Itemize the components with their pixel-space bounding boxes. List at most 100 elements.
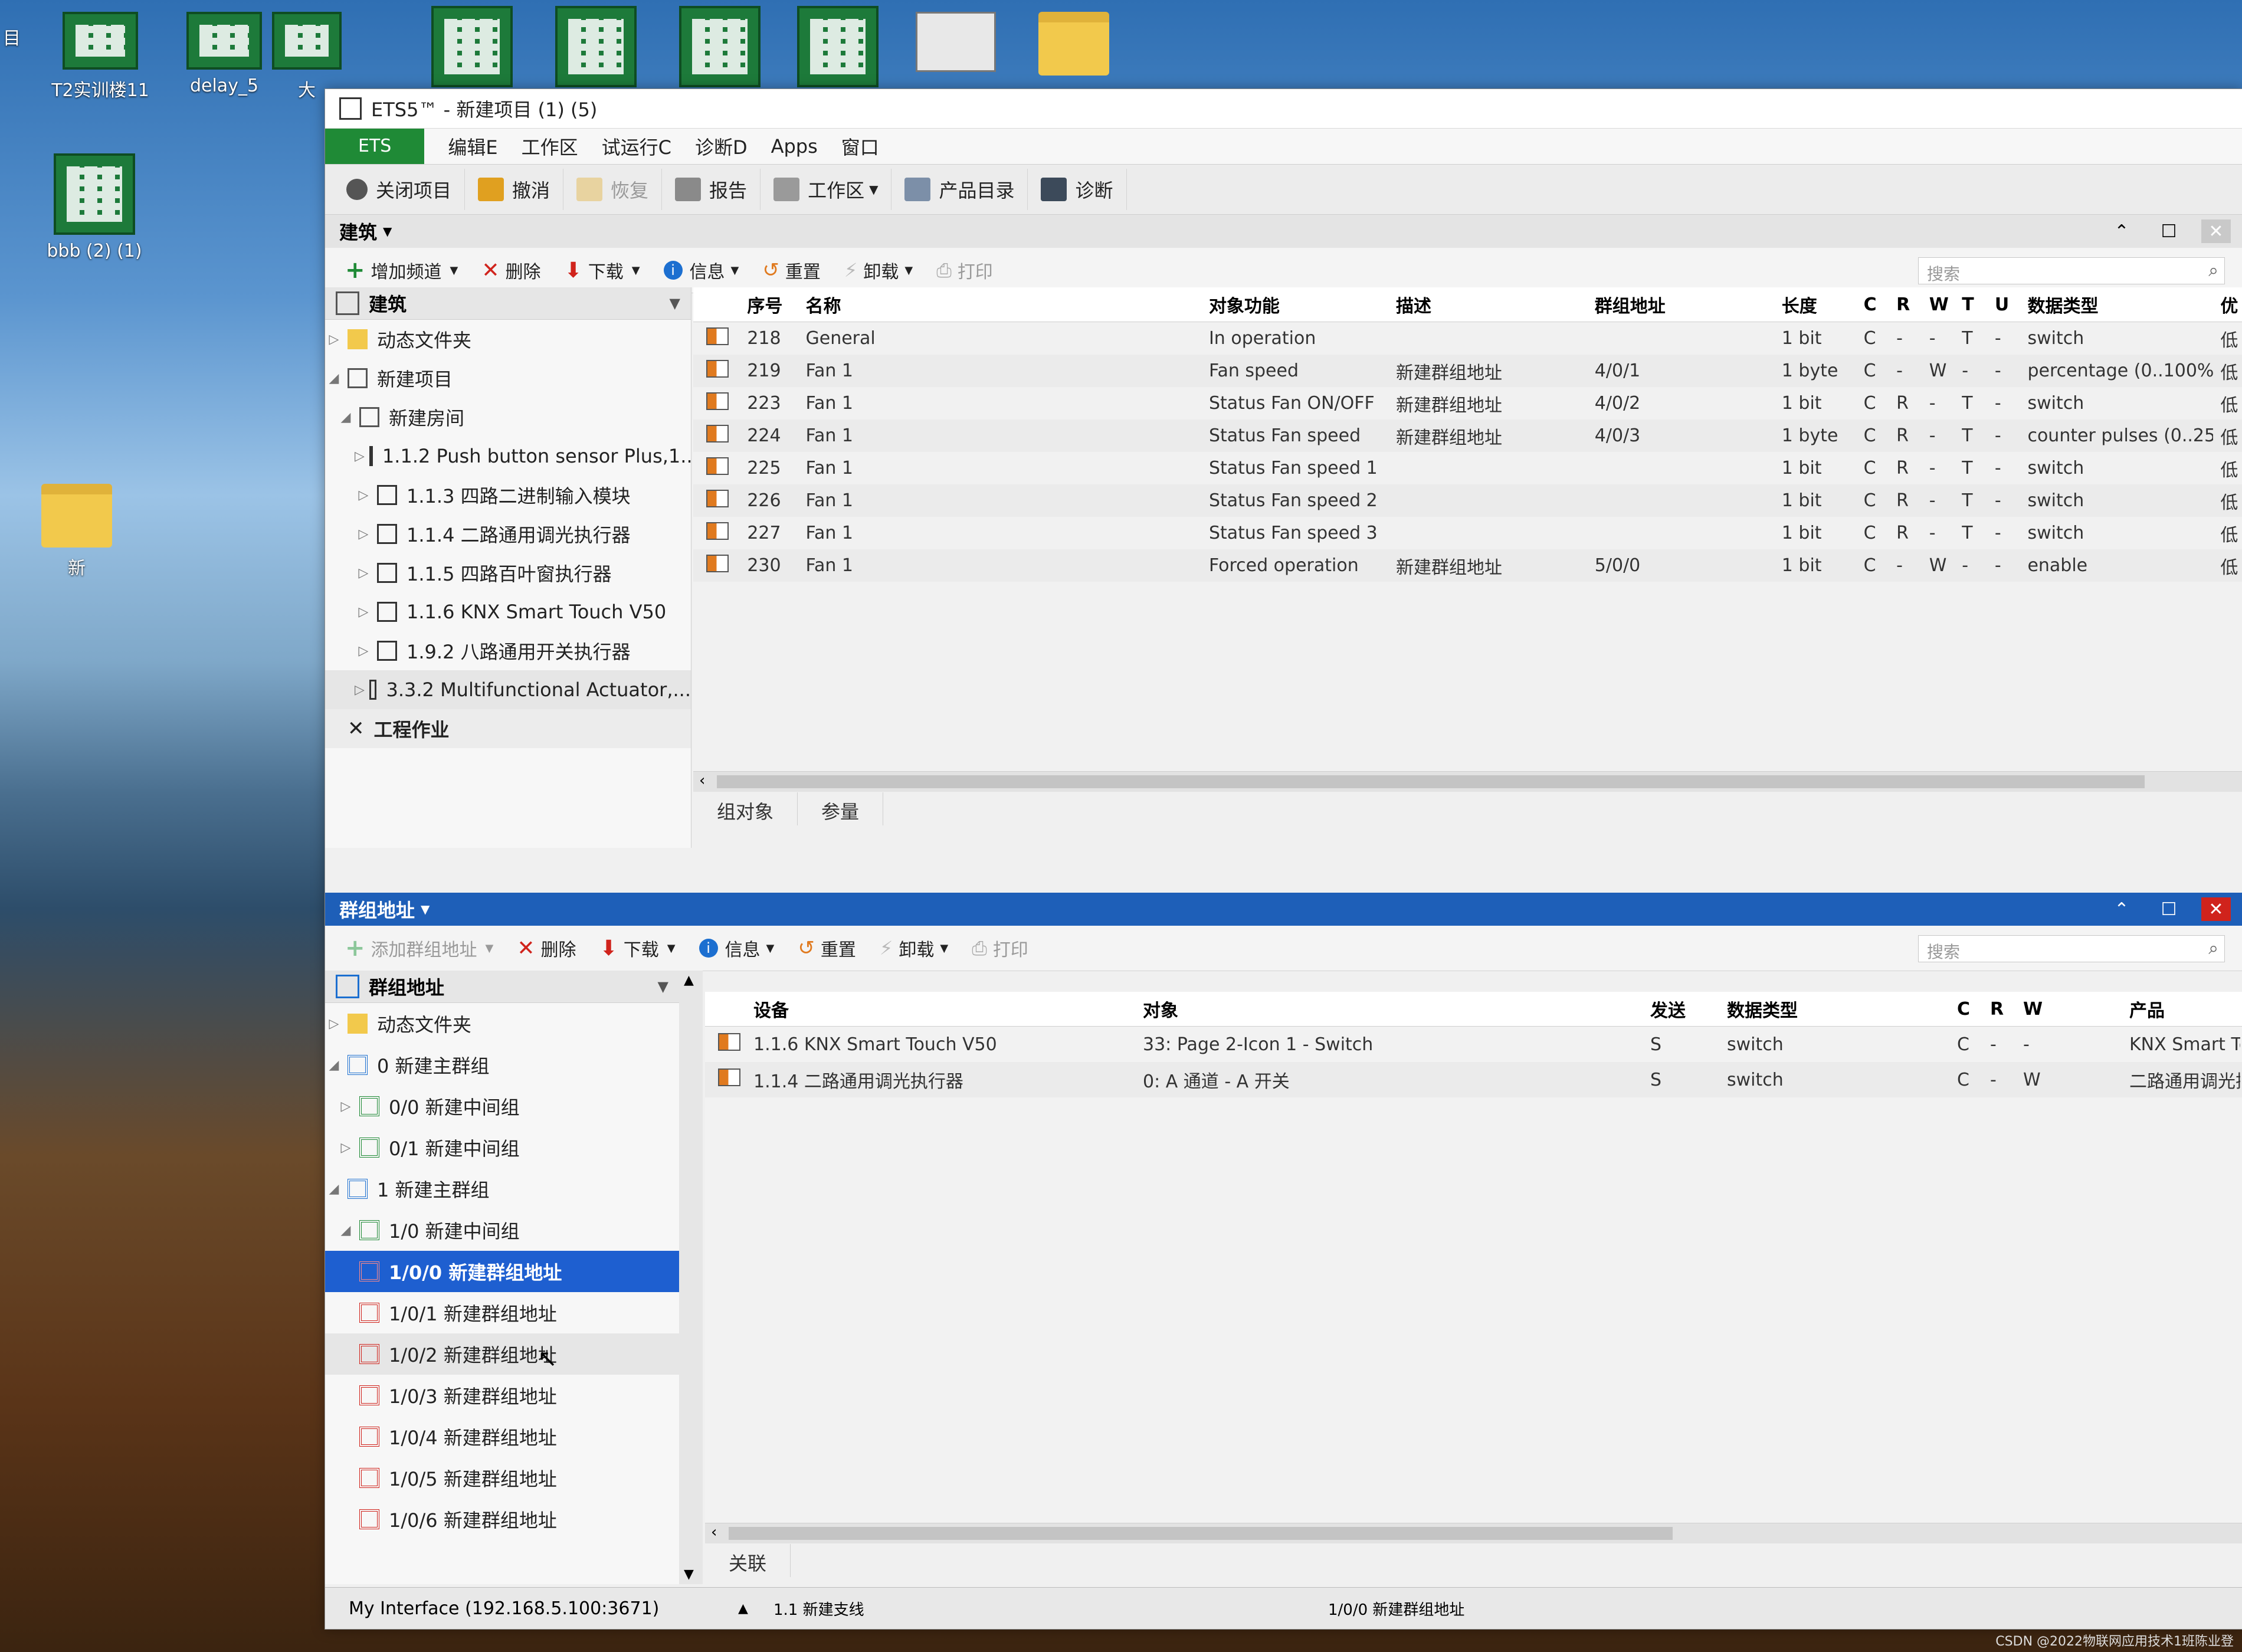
report-button[interactable]: 报告 [662,169,761,210]
tree-node-device[interactable]: ▷ 1.1.4 二路通用调光执行器 [325,514,691,553]
collapse-icon[interactable]: ◢ [325,1182,343,1197]
scroll-left-icon[interactable]: ‹ [699,772,705,789]
tree-node-group-address[interactable]: 1/0/2 新建群组地址 ↖ [325,1333,679,1375]
group-panel-header[interactable]: 群组地址 ▼ ⌃ ☐ ✕ [325,893,2242,926]
col-r[interactable]: R [1983,999,2016,1020]
info-button[interactable]: i 信息 ▼ [652,257,751,283]
workspace-button[interactable]: 工作区 ▼ [761,169,892,210]
col-datatype[interactable]: 数据类型 [1720,996,1950,1022]
info-button[interactable]: i 信息 ▼ [687,935,786,961]
col-w[interactable]: W [1922,294,1955,315]
tree-node-main-group[interactable]: ◢ 0 新建主群组 [325,1044,679,1086]
expand-icon[interactable]: ▷ [355,488,372,503]
add-channel-button[interactable]: + 增加频道 ▼ [333,257,470,284]
tree-node-group-address[interactable]: 1/0/1 新建群组地址 [325,1292,679,1333]
expand-icon[interactable]: ▷ [355,449,365,464]
col-t[interactable]: T [1955,294,1988,315]
menu-apps[interactable]: Apps [759,135,830,158]
tree-node-project-work[interactable]: ✕ 工程作业 [325,709,691,748]
menu-window[interactable]: 窗口 [830,133,891,160]
tree-node-middle-group[interactable]: ◢ 1/0 新建中间组 [325,1210,679,1251]
desktop-icon-window[interactable] [909,12,1003,72]
tree-node-dynamic-folder[interactable]: ▷ 动态文件夹 [325,320,691,359]
print-button[interactable]: ⎙ 打印 [925,257,1005,283]
chevron-down-icon[interactable]: ▼ [658,978,668,995]
tree-node-group-address[interactable]: 1/0/5 新建群组地址 [325,1457,679,1499]
col-w[interactable]: W [2016,999,2122,1020]
delete-button[interactable]: ✕ 删除 [470,257,552,283]
table-row[interactable]: 1.1.6 KNX Smart Touch V50 33: Page 2-Icon… [705,1027,2242,1062]
scroll-thumb[interactable] [717,775,2145,788]
tab-associations[interactable]: 关联 [705,1544,791,1577]
scroll-up-icon[interactable]: ▲ [684,973,694,988]
table-row[interactable]: 230 Fan 1 Forced operation 新建群组地址 5/0/0 1 bit… [693,549,2242,582]
expand-icon[interactable]: ▷ [325,332,343,347]
table-row[interactable]: 226 Fan 1 Status Fan speed 21 bit C R - T - swit… [693,484,2242,517]
desktop-icon-partial[interactable]: 目 [0,24,24,50]
col-priority[interactable]: 优 [2213,291,2242,317]
col-object[interactable]: 对象 [1136,996,1643,1022]
status-interface[interactable]: My Interface (192.168.5.100:3671) [325,1598,738,1619]
tree-node-device[interactable]: ▷ 1.1.5 四路百叶窗执行器 [325,553,691,592]
expand-icon[interactable]: ▷ [337,1140,355,1155]
menu-workspace[interactable]: 工作区 [510,133,590,160]
table-row[interactable]: 227 Fan 1 Status Fan speed 31 bit C R - T - swit… [693,517,2242,549]
maximize-icon[interactable]: ☐ [2154,897,2184,921]
tree-node-dynamic-folder[interactable]: ▷ 动态文件夹 [325,1003,679,1044]
window-titlebar[interactable]: ETS5™ - 新建项目 (1) (5) [325,89,2242,129]
tree-node-device[interactable]: ▷ 1.9.2 八路通用开关执行器 [325,631,691,670]
collapse-icon[interactable]: ⌃ [2107,897,2136,921]
scroll-thumb[interactable] [729,1527,1673,1540]
group-tree-header[interactable]: 群组地址 ▼ [325,971,679,1003]
desktop-icon-sheet-b[interactable] [549,6,643,93]
redo-button[interactable]: 恢复 [563,169,663,210]
desktop-icon-t2[interactable]: T2实训楼11 [35,12,165,101]
tree-node-middle-group[interactable]: ▷ 0/0 新建中间组 [325,1086,679,1127]
expand-icon[interactable]: ▷ [355,566,372,581]
tree-node-device[interactable]: ▷ 3.3.2 Multifunctional Actuator,... [325,670,691,709]
table-row[interactable]: 225 Fan 1 Status Fan speed 11 bit C R - T - swit… [693,452,2242,484]
collapse-icon[interactable]: ◢ [325,1058,343,1073]
col-function[interactable]: 对象功能 [1202,291,1389,317]
tree-node-group-address[interactable]: 1/0/3 新建群组地址 [325,1375,679,1416]
search-icon[interactable]: ⌕ [2208,938,2218,959]
desktop-icon-new-folder[interactable]: 新 [12,484,142,579]
group-search-input[interactable]: 搜索 ⌕ [1918,935,2225,962]
search-icon[interactable]: ⌕ [2208,260,2218,281]
desktop-icon-delay[interactable]: delay_5 [159,12,289,96]
close-project-button[interactable]: 关闭项目 [333,169,466,210]
chevron-down-icon[interactable]: ▼ [670,295,680,312]
reset-button[interactable]: ↺ 重置 [750,257,832,283]
scroll-left-icon[interactable]: ‹ [711,1523,717,1541]
col-description[interactable]: 描述 [1389,291,1588,317]
group-hscrollbar[interactable]: ‹ [705,1523,2242,1543]
col-c[interactable]: C [1950,999,1983,1020]
expand-icon[interactable]: ▷ [355,605,372,620]
chevron-up-icon[interactable]: ▲ [738,1601,773,1616]
table-row[interactable]: 224 Fan 1 Status Fan speed 新建群组地址 4/0/3 1 byt… [693,419,2242,452]
col-group-address[interactable]: 群组地址 [1588,291,1775,317]
collapse-icon[interactable]: ◢ [337,1223,355,1238]
desktop-icon-sheet-d[interactable] [791,6,885,93]
col-datatype[interactable]: 数据类型 [2020,291,2213,317]
scroll-down-icon[interactable]: ▼ [684,1567,694,1582]
desktop-icon-archive[interactable] [1027,12,1121,81]
menu-diagnostics[interactable]: 诊断D [683,133,759,160]
table-row[interactable]: 223 Fan 1 Status Fan ON/OFF 新建群组地址 4/0/2 1 bi… [693,387,2242,419]
col-number[interactable]: 序号 [740,291,798,317]
menu-edit[interactable]: 编辑E [436,133,509,160]
table-row[interactable]: 1.1.4 二路通用调光执行器 0: A 通道 - A 开关 Sswitch C - W 二… [705,1062,2242,1097]
desktop-icon-sheet-a[interactable] [425,6,519,93]
menu-ets[interactable]: ETS [325,129,425,164]
desktop-icon-sheet-c[interactable] [673,6,767,93]
unload-button[interactable]: ⚡ 卸载 ▼ [832,257,925,283]
maximize-icon[interactable]: ☐ [2154,219,2184,243]
col-name[interactable]: 名称 [799,291,1202,317]
tab-group-objects[interactable]: 组对象 [693,792,798,825]
expand-icon[interactable]: ▷ [325,1017,343,1031]
download-button[interactable]: ⬇ 下载 ▼ [588,935,687,961]
delete-button[interactable]: ✕ 删除 [505,935,588,961]
col-u[interactable]: U [1988,294,2021,315]
building-tree-header[interactable]: 建筑 ▼ [325,287,691,320]
undo-button[interactable]: 撤消 [465,169,564,210]
